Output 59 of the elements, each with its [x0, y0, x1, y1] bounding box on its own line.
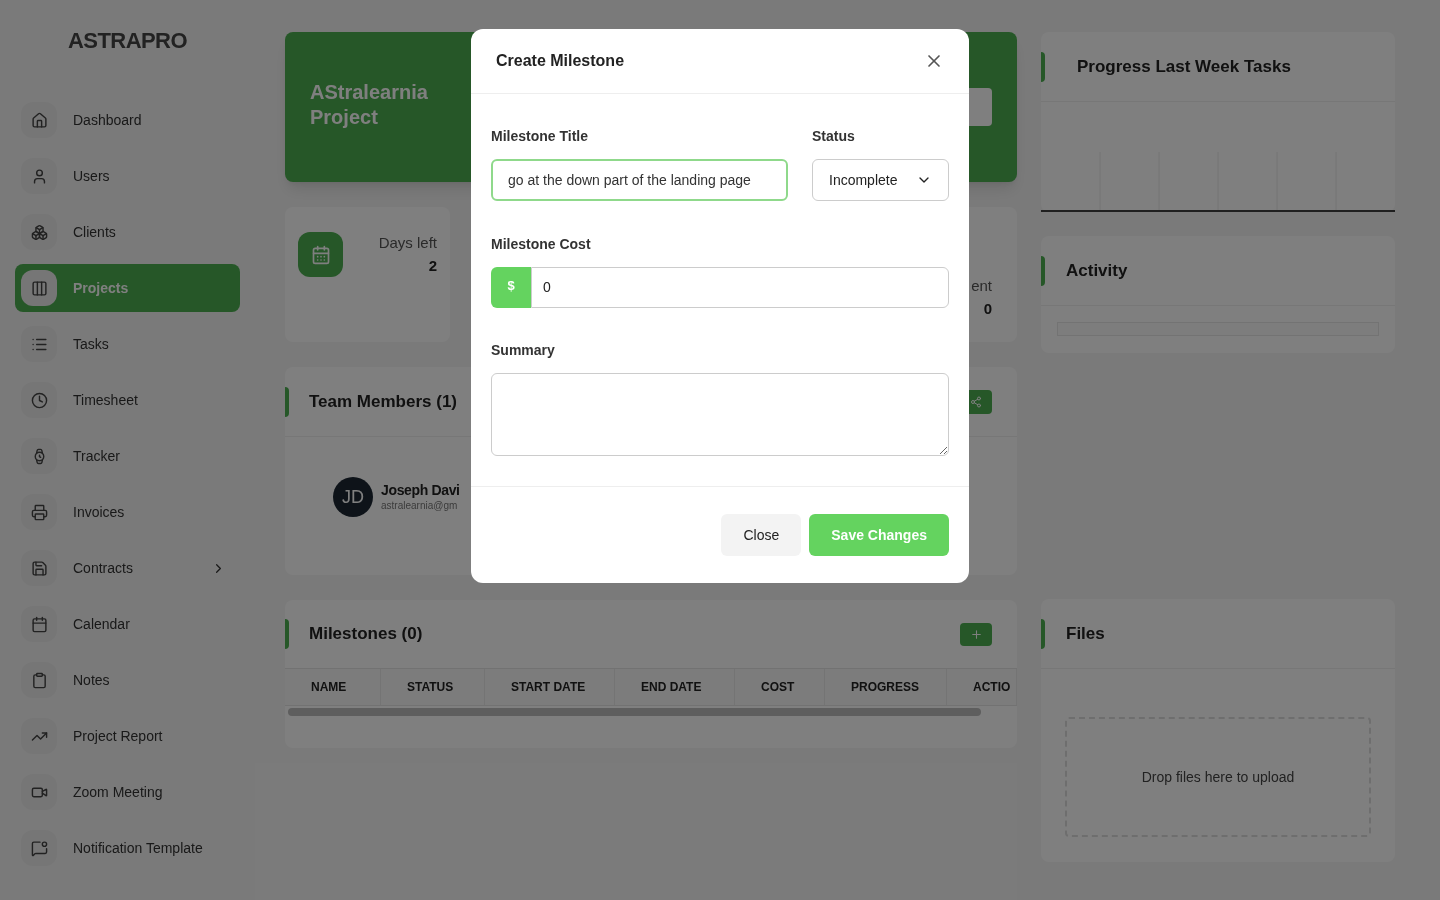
status-select[interactable]: Incomplete	[812, 159, 949, 201]
sidebar-item[interactable]: Notes	[15, 656, 240, 704]
plus-icon	[969, 627, 983, 641]
sidebar-item[interactable]: Dashboard	[15, 96, 240, 144]
field-label: Status	[812, 127, 856, 146]
calendar-icon	[310, 244, 331, 265]
card-title: Team Members (1)	[309, 390, 457, 413]
scrollbar[interactable]	[288, 708, 981, 716]
stat-value: 2	[428, 255, 437, 276]
sidebar-item[interactable]: Timesheet	[15, 376, 240, 424]
boxes-icon	[30, 223, 48, 241]
sidebar-item[interactable]: Tasks	[15, 320, 240, 368]
card-title: Activity	[1066, 259, 1128, 282]
sidebar-item[interactable]: Contracts	[15, 544, 240, 592]
column-header: PROGRESS	[825, 669, 947, 705]
member-name: Joseph Davi	[381, 482, 460, 500]
sidebar-item[interactable]: Project Report	[15, 712, 240, 760]
sidebar-item[interactable]: Clients	[15, 208, 240, 256]
columns-icon	[30, 279, 48, 297]
column-header: START DATE	[485, 669, 615, 705]
summary-textarea[interactable]	[491, 373, 949, 456]
sidebar-item[interactable]: Zoom Meeting	[15, 768, 240, 816]
modal-title: Create Milestone	[496, 51, 625, 71]
column-header: END DATE	[615, 669, 735, 705]
sidebar-item[interactable]: Invoices	[15, 488, 240, 536]
close-button[interactable]: Close	[721, 514, 802, 556]
dropzone[interactable]: Drop files here to upload	[1065, 717, 1371, 837]
sidebar-item[interactable]: Tracker	[15, 432, 240, 480]
member-email: astralearnia@gm	[381, 499, 459, 512]
sidebar-item[interactable]: Projects	[15, 264, 240, 312]
project-title: AStralearnia Project	[310, 80, 429, 130]
column-header: NAME	[285, 669, 381, 705]
clock-icon	[30, 391, 48, 409]
currency-addon: $	[491, 267, 531, 308]
cost-input[interactable]: 0	[531, 267, 949, 308]
card-title: Milestones (0)	[309, 623, 423, 646]
stat-label: ent	[971, 276, 992, 296]
clipboard-icon	[30, 671, 48, 689]
column-header: ACTIO	[947, 669, 1017, 705]
field-label: Milestone Cost	[491, 235, 592, 254]
add-button[interactable]	[960, 622, 992, 646]
sidebar-item[interactable]: Users	[15, 152, 240, 200]
card-title: Files	[1066, 622, 1105, 645]
sidebar-item[interactable]: Notification Template	[15, 824, 240, 872]
title-input[interactable]: go at the down part of the landing page	[491, 159, 788, 201]
home-icon	[30, 111, 48, 129]
stat-value: 0	[983, 298, 992, 319]
share-icon	[970, 395, 982, 408]
sidebar-item[interactable]: Calendar	[15, 600, 240, 648]
stat-label: Days left	[378, 233, 437, 253]
column-header: COST	[735, 669, 825, 705]
printer-icon	[30, 503, 48, 521]
logo: ASTRAPRO	[67, 27, 188, 55]
calendar-icon	[30, 615, 48, 633]
column-header: STATUS	[381, 669, 485, 705]
card-title: Progress Last Week Tasks	[1077, 55, 1291, 78]
avatar: JD	[333, 477, 373, 517]
field-label: Milestone Title	[491, 127, 589, 146]
field-label: Summary	[491, 341, 556, 360]
